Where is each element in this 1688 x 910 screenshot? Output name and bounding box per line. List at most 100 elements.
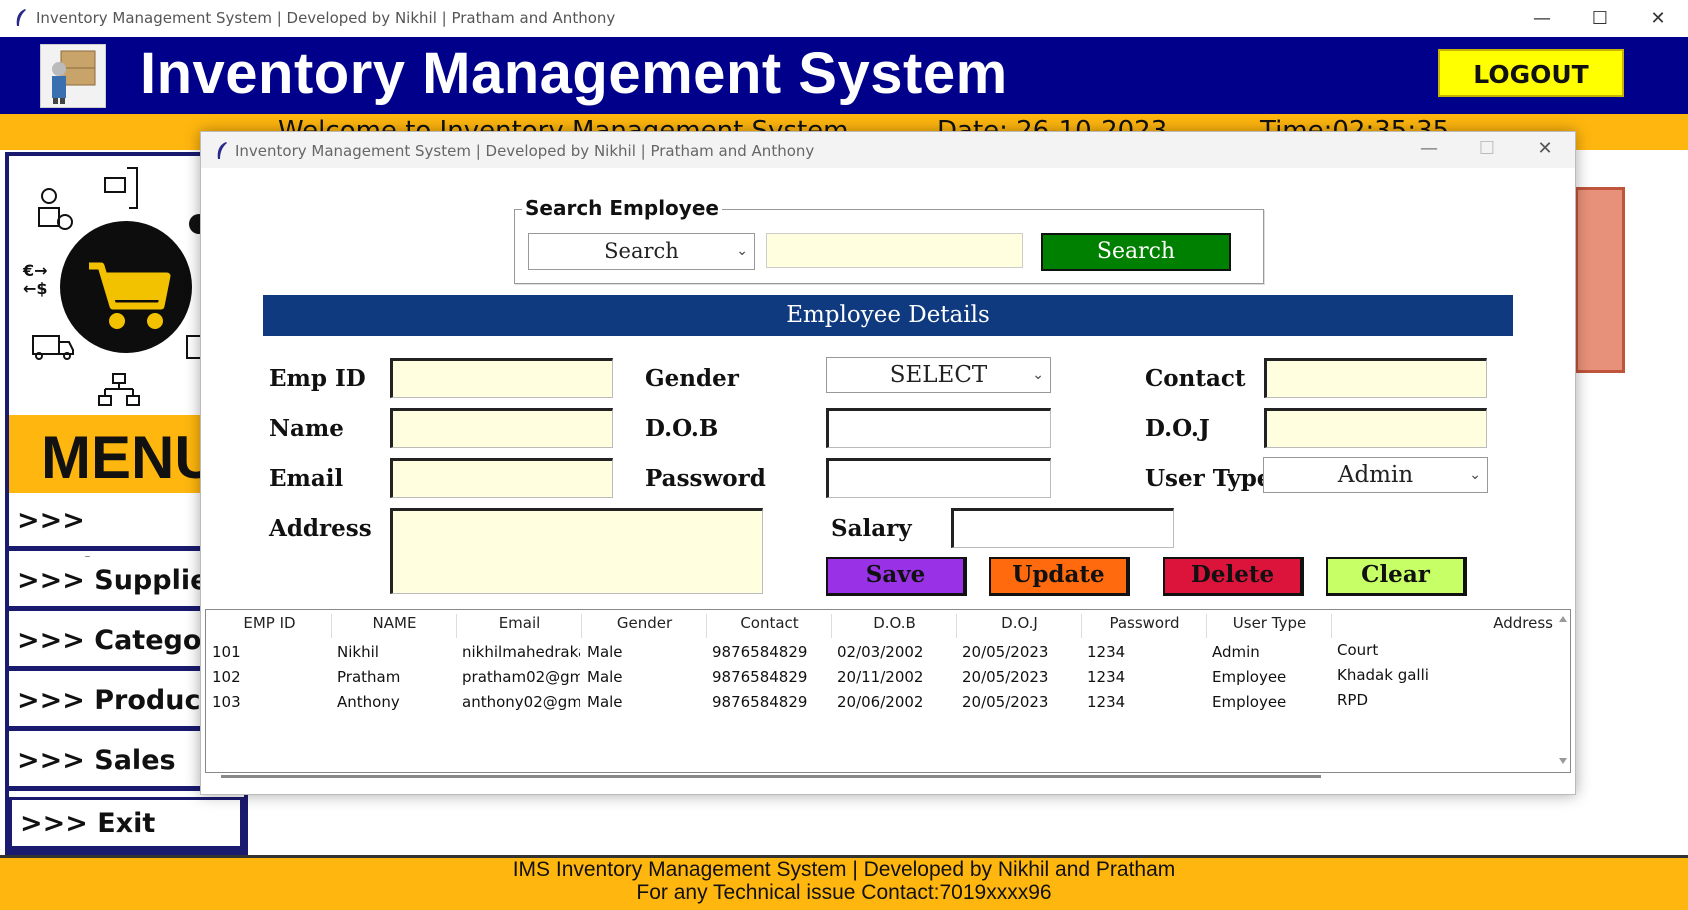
column-header-emp-id[interactable]: EMP ID (208, 614, 332, 638)
feather-icon (16, 9, 26, 26)
table-cell[interactable]: Nikhil (337, 643, 379, 661)
table-cell[interactable]: Employee (1212, 668, 1286, 686)
dob-label: D.O.B (645, 415, 719, 442)
dob-field[interactable] (826, 408, 1051, 448)
table-cell[interactable]: 103 (212, 693, 241, 711)
table-cell[interactable]: nikhilmahedrakar (462, 643, 580, 661)
employee-dialog: Inventory Management System | Developed … (200, 131, 1576, 795)
chevron-down-icon: ⌄ (1032, 367, 1044, 383)
table-cell[interactable]: 20/05/2023 (962, 643, 1048, 661)
table-cell[interactable]: 20/06/2002 (837, 693, 923, 711)
column-header-contact[interactable]: Contact (708, 614, 832, 638)
table-cell[interactable]: 9876584829 (712, 643, 807, 661)
footer-line-1: IMS Inventory Management System | Develo… (512, 858, 1176, 881)
search-input[interactable] (766, 233, 1023, 268)
table-cell[interactable]: 101 (212, 643, 241, 661)
gender-value: SELECT (889, 362, 988, 388)
close-button[interactable]: ✕ (1636, 6, 1680, 32)
search-button[interactable]: Search (1041, 233, 1231, 271)
search-by-value: Search (604, 239, 679, 263)
table-cell[interactable]: 1234 (1087, 693, 1125, 711)
main-window-titlebar: Inventory Management System | Developed … (0, 0, 1688, 38)
contact-label: Contact (1145, 365, 1246, 392)
name-field[interactable] (390, 408, 613, 448)
column-header-doj[interactable]: D.O.J (958, 614, 1082, 638)
table-cell[interactable]: 9876584829 (712, 668, 807, 686)
table-cell[interactable]: 9876584829 (712, 693, 807, 711)
column-header-dob[interactable]: D.O.B (833, 614, 957, 638)
table-cell[interactable]: Male (587, 668, 623, 686)
column-header-password[interactable]: Password (1083, 614, 1207, 638)
background-panel (1575, 187, 1625, 373)
logout-button[interactable]: LOGOUT (1438, 49, 1624, 97)
table-cell[interactable]: 102 (212, 668, 241, 686)
column-header-name[interactable]: NAME (333, 614, 457, 638)
doj-label: D.O.J (1145, 415, 1210, 442)
save-button[interactable]: Save (826, 557, 967, 596)
password-field[interactable] (826, 458, 1051, 498)
column-header-user-type[interactable]: User Type (1208, 614, 1332, 638)
dialog-titlebar: Inventory Management System | Developed … (201, 132, 1575, 168)
table-cell[interactable]: pratham02@gma (462, 668, 580, 686)
clear-button[interactable]: Clear (1326, 557, 1467, 596)
menu-item-exit[interactable]: >>> Exit (9, 797, 245, 851)
table-cell[interactable]: anthony02@gma (462, 693, 580, 711)
table-cell[interactable]: 1234 (1087, 668, 1125, 686)
vertical-scrollbar[interactable] (1557, 610, 1569, 772)
dialog-maximize-button: ☐ (1478, 138, 1496, 159)
footer-line-2: For any Technical issue Contact:7019xxxx… (636, 881, 1052, 904)
app-logo-icon (40, 44, 106, 108)
table-cell[interactable]: Male (587, 693, 623, 711)
column-header-gender[interactable]: Gender (583, 614, 707, 638)
user-type-select[interactable]: Admin ⌄ (1263, 457, 1488, 493)
table-cell[interactable]: 1234 (1087, 643, 1125, 661)
contact-field[interactable] (1264, 358, 1487, 398)
table-cell[interactable]: RPD (1337, 691, 1368, 709)
dialog-close-button[interactable]: ✕ (1523, 136, 1567, 162)
salary-label: Salary (831, 515, 912, 542)
table-cell[interactable]: Employee (1212, 693, 1286, 711)
address-field[interactable] (390, 508, 763, 594)
table-cell[interactable]: 02/03/2002 (837, 643, 923, 661)
email-field[interactable] (390, 458, 613, 498)
search-employee-legend: Search Employee (522, 196, 722, 220)
minimize-button[interactable]: — (1520, 6, 1564, 32)
table-cell[interactable]: 20/05/2023 (962, 693, 1048, 711)
dialog-minimize-button[interactable]: — (1407, 136, 1451, 162)
table-cell[interactable]: Court (1337, 641, 1378, 659)
address-label: Address (269, 515, 372, 542)
update-button[interactable]: Update (989, 557, 1130, 596)
app-title: Inventory Management System (140, 41, 1008, 106)
chevron-down-icon: ⌄ (1469, 467, 1481, 483)
emp-id-label: Emp ID (269, 365, 366, 392)
doj-field[interactable] (1264, 408, 1487, 448)
gender-label: Gender (645, 365, 739, 392)
column-header-address[interactable]: Address (1333, 614, 1553, 638)
employee-table[interactable]: EMP ID NAME Email Gender Contact D.O.B D… (205, 609, 1571, 773)
feather-icon (217, 142, 227, 159)
emp-id-field[interactable] (390, 358, 613, 398)
name-label: Name (269, 415, 344, 442)
employee-details-banner: Employee Details (263, 295, 1513, 336)
horizontal-scrollbar[interactable] (221, 775, 1321, 778)
maximize-button[interactable]: ☐ (1578, 6, 1622, 32)
table-cell[interactable]: Anthony (337, 693, 400, 711)
table-cell[interactable]: 20/05/2023 (962, 668, 1048, 686)
table-cell[interactable]: Admin (1212, 643, 1260, 661)
footer: IMS Inventory Management System | Develo… (0, 855, 1688, 910)
delete-button[interactable]: Delete (1163, 557, 1304, 596)
user-type-label: User Type (1145, 465, 1272, 492)
gender-select[interactable]: SELECT ⌄ (826, 357, 1051, 393)
table-cell[interactable]: Khadak galli (1337, 666, 1429, 684)
svg-text:€→: €→ (22, 261, 48, 280)
search-by-select[interactable]: Search ⌄ (528, 233, 755, 270)
dialog-title: Inventory Management System | Developed … (235, 142, 815, 160)
salary-field[interactable] (951, 508, 1174, 548)
main-window-title: Inventory Management System | Developed … (36, 9, 616, 27)
table-cell[interactable]: Male (587, 643, 623, 661)
table-cell[interactable]: Pratham (337, 668, 400, 686)
column-header-email[interactable]: Email (458, 614, 582, 638)
email-label: Email (269, 465, 344, 492)
user-type-value: Admin (1337, 462, 1414, 488)
table-cell[interactable]: 20/11/2002 (837, 668, 923, 686)
